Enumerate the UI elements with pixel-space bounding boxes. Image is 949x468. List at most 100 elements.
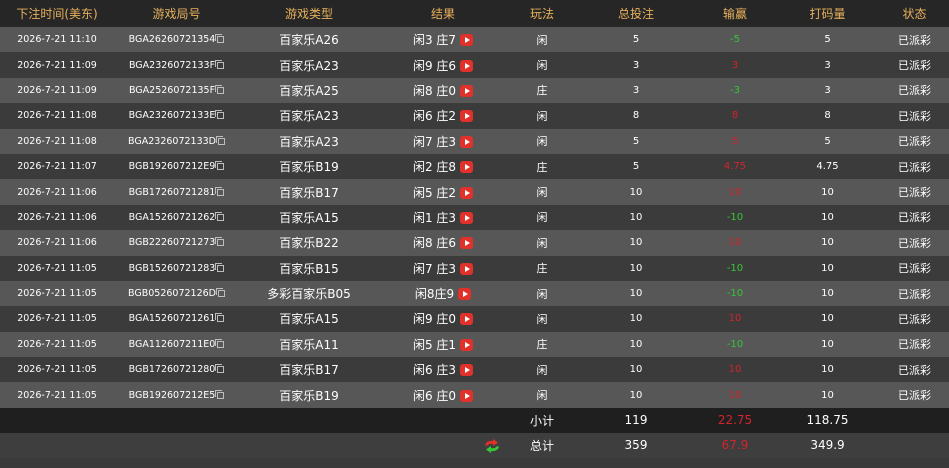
play-type: 闲 [507, 57, 577, 73]
total-bet-text: 8 [632, 110, 640, 122]
turnover: 3 [775, 85, 880, 96]
copy-icon[interactable] [215, 161, 225, 171]
play-icon[interactable] [460, 313, 474, 326]
copy-icon[interactable] [215, 135, 225, 145]
bet-time-text: 2026-7-21 11:07 [17, 161, 97, 173]
game-type-text: 百家乐A26 [279, 33, 339, 48]
play-icon[interactable] [460, 364, 474, 377]
refresh-icon[interactable] [483, 438, 501, 453]
round-id-text: BGB192607212E9 [128, 161, 216, 173]
status-text: 已派彩 [898, 84, 931, 98]
copy-icon[interactable] [215, 364, 225, 374]
bet-time-text: 2026-7-21 11:06 [17, 237, 97, 249]
result: 闲9 庄0 [379, 310, 507, 327]
result-text: 闲6 庄2 [412, 109, 457, 124]
status: 已派彩 [880, 82, 949, 98]
bet-time: 2026-7-21 11:09 [0, 60, 114, 71]
play-icon[interactable] [460, 186, 474, 199]
result-text: 闲7 庄3 [412, 134, 457, 149]
win-loss: -10 [695, 212, 775, 223]
bet-time-text: 2026-7-21 11:05 [17, 288, 97, 300]
total-bet-text: 3 [632, 59, 640, 71]
total-bet: 10 [577, 313, 695, 324]
game-type-text: 百家乐A25 [279, 83, 339, 98]
result-text: 闲9 庄6 [412, 58, 457, 73]
game-type: 百家乐A11 [239, 336, 379, 353]
win-loss: 10 [695, 237, 775, 248]
copy-icon[interactable] [215, 262, 225, 272]
win-loss: -3 [695, 85, 775, 96]
bet-time-text: 2026-7-21 11:09 [17, 84, 97, 96]
turnover-text: 10 [821, 389, 834, 401]
win-loss: 10 [695, 390, 775, 401]
copy-icon[interactable] [215, 237, 225, 247]
win-loss-text: 10 [728, 364, 742, 376]
total-bet-text: 3 [632, 84, 640, 96]
win-loss: -10 [695, 263, 775, 274]
game-type-text: 百家乐A15 [279, 312, 339, 327]
turnover-text: 10 [821, 338, 834, 350]
subtotal-win-loss: 22.75 [717, 413, 753, 428]
table-row: 2026-7-21 11:06 BGA15260721262 百家乐A15 闲1 庄3… [0, 204, 949, 231]
win-loss-text: -10 [726, 288, 744, 300]
win-loss-text: 5 [731, 135, 739, 147]
turnover: 10 [775, 288, 880, 299]
play-icon[interactable] [460, 84, 474, 97]
play-type-text: 庄 [536, 262, 548, 276]
play-icon[interactable] [460, 135, 474, 148]
play-icon[interactable] [460, 110, 474, 123]
game-type-text: 百家乐A15 [279, 210, 339, 225]
game-type-text: 百家乐A23 [279, 109, 339, 124]
status-text: 已派彩 [898, 211, 931, 225]
play-icon[interactable] [460, 211, 474, 224]
table-row: 2026-7-21 11:09 BGA2326072133F 百家乐A23 闲9 庄6… [0, 52, 949, 78]
copy-icon[interactable] [216, 288, 225, 298]
header-turnover: 打码量 [809, 7, 846, 21]
result-text: 闲9 庄0 [412, 312, 457, 327]
win-loss: -10 [695, 339, 775, 350]
copy-icon[interactable] [215, 59, 225, 69]
status-text: 已派彩 [898, 186, 931, 200]
total-turnover: 349.9 [810, 438, 845, 453]
copy-icon[interactable] [215, 338, 225, 348]
play-icon[interactable] [460, 262, 474, 275]
play-icon[interactable] [460, 389, 474, 402]
play-icon[interactable] [460, 34, 474, 47]
game-type-text: 百家乐A23 [279, 58, 339, 73]
play-icon[interactable] [460, 161, 474, 174]
play-type-text: 闲 [536, 312, 548, 326]
result-text: 闲6 庄3 [412, 363, 457, 378]
copy-icon[interactable] [215, 186, 225, 196]
status: 已派彩 [880, 260, 949, 276]
round-id-text: BGA2326072133D [128, 135, 216, 147]
total-bet-text: 5 [632, 135, 640, 147]
status: 已派彩 [880, 159, 949, 175]
turnover-text: 10 [821, 288, 834, 300]
header-play: 玩法 [529, 7, 554, 21]
copy-icon[interactable] [215, 313, 225, 323]
round-id: BGA2326072133F [114, 59, 239, 71]
header-time[interactable]: 下注时间(美东) [0, 5, 114, 22]
copy-icon[interactable] [215, 389, 225, 399]
play-icon[interactable] [460, 59, 474, 72]
play-icon[interactable] [460, 237, 474, 250]
copy-icon[interactable] [215, 110, 225, 120]
round-id: BGA2526072135F [114, 84, 239, 96]
win-loss-text: -5 [730, 34, 740, 46]
round-id: BGB192607212E5 [114, 389, 239, 401]
copy-icon[interactable] [215, 84, 225, 94]
round-id: BGB22260721273 [114, 237, 239, 248]
play-type-text: 闲 [536, 135, 548, 149]
play-type-text: 闲 [536, 389, 548, 403]
win-loss: 10 [695, 313, 775, 324]
copy-icon[interactable] [215, 211, 225, 221]
status-text: 已派彩 [898, 33, 931, 47]
bet-time: 2026-7-21 11:06 [0, 187, 114, 198]
win-loss-text: 10 [728, 237, 742, 249]
round-id-text: BGB17260721281 [128, 186, 216, 198]
total-bet: 3 [577, 85, 695, 96]
copy-icon[interactable] [215, 34, 225, 44]
play-icon[interactable] [460, 338, 474, 351]
table-row: 2026-7-21 11:06 BGB22260721273 百家乐B22 闲8 庄6… [0, 230, 949, 256]
play-icon[interactable] [458, 288, 472, 301]
